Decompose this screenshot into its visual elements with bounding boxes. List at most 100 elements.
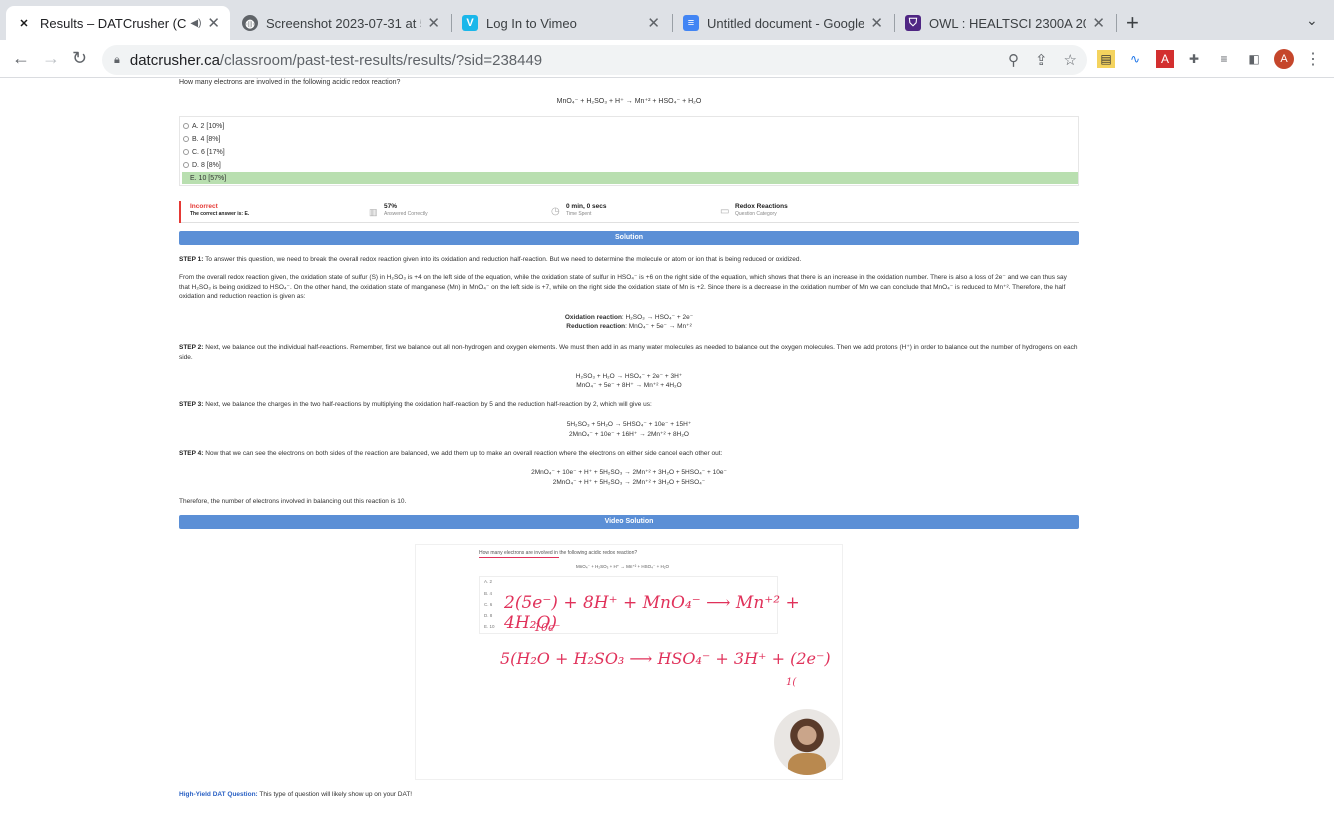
step4-equation-b: 2MnO₄⁻ + H⁺ + 5H₂SO₃ → 2Mn⁺² + 3H₂O + 5H… (552, 479, 706, 486)
extensions-puzzle-icon[interactable]: ✚ (1185, 50, 1203, 68)
close-icon[interactable]: ✕ (1092, 14, 1105, 32)
answer-choice-a[interactable]: A. 2 [10%] (183, 120, 224, 132)
reading-list-icon[interactable]: ≡ (1215, 50, 1233, 68)
percent-correct: 57% Answered Correctly (384, 203, 428, 217)
equation-label: Reduction reaction (566, 323, 626, 330)
choice-label: A. 2 [10%] (192, 122, 225, 130)
radio-icon[interactable] (183, 149, 189, 155)
reload-icon[interactable]: ↻ (72, 48, 87, 69)
side-panel-icon[interactable]: ◧ (1245, 50, 1263, 68)
clock-icon: ◷ (551, 206, 560, 217)
lock-icon[interactable]: 🔒︎ (114, 54, 120, 67)
tab-owl[interactable]: ⛉ OWL : HEALTSCI 2300A 200 S ✕ (895, 6, 1115, 40)
step-body: Now that we can see the electrons on bot… (203, 450, 723, 457)
bar-chart-icon: ▥ (369, 207, 378, 217)
step3-equation-b: 2MnO₄⁻ + 10e⁻ + 16H⁺ → 2Mn⁺² + 8H₂O (569, 431, 689, 438)
oxidation-explanation: From the overall redox reaction given, t… (179, 274, 1067, 300)
tab-vimeo[interactable]: V Log In to Vimeo ✕ (452, 6, 670, 40)
webcam-overlay (774, 709, 840, 775)
answer-choice-e[interactable]: E. 10 [57%] (182, 172, 1078, 184)
chevron-down-icon[interactable]: ⌄ (1306, 12, 1318, 29)
handwriting-line-1-note: 10e⁻ (534, 621, 561, 634)
tab-title: Screenshot 2023-07-31 at 5.0 (266, 15, 422, 31)
tab-datcrusher[interactable]: ✕ Results – DATCrusher (Can ◀) ✕ (6, 6, 230, 40)
question-text: How many electrons are involved in the f… (179, 79, 401, 86)
video-choice: B. 4 (484, 591, 493, 596)
new-tab-icon[interactable]: + (1126, 10, 1139, 36)
time-value: 0 min, 0 secs (566, 203, 607, 210)
tab-title: Log In to Vimeo (486, 15, 577, 31)
result-status: Incorrect The correct answer is: E. (190, 203, 249, 217)
video-choice: E. 10 (484, 624, 495, 629)
more-menu-icon[interactable]: ⋮ (1304, 50, 1322, 68)
video-reaction-text: MnO₄⁻ + H₂SO₃ + H⁺ → Mn⁺² + HSO₄⁻ + H₂O (576, 564, 670, 569)
back-icon[interactable]: ← (12, 48, 30, 69)
answer-choice-b[interactable]: B. 4 [8%] (183, 133, 220, 145)
equation-label: Oxidation reaction (564, 314, 622, 321)
share-icon[interactable]: ⇪ (1035, 51, 1048, 69)
star-icon[interactable]: ☆ (1064, 51, 1077, 69)
extension-waveform-icon[interactable]: ∿ (1126, 50, 1144, 68)
high-yield-note: High-Yield DAT Question: This type of qu… (179, 791, 412, 798)
video-choice: C. 6 (484, 602, 493, 607)
percent-value: 57% (384, 203, 398, 210)
tab-screenshot[interactable]: ◍ Screenshot 2023-07-31 at 5.0 ✕ (232, 6, 450, 40)
video-solution-header: Video Solution (179, 515, 1079, 529)
handwriting-line-2-note: 1( (786, 677, 797, 688)
result-label: Incorrect (190, 203, 218, 210)
step-label: STEP 4: (179, 450, 204, 457)
vimeo-icon: V (462, 15, 478, 31)
step-label: STEP 3: (179, 401, 204, 408)
close-icon[interactable]: ✕ (647, 14, 660, 32)
step-label: STEP 1: (179, 256, 204, 263)
address-bar[interactable]: 🔒︎ datcrusher.ca/classroom/past-test-res… (102, 45, 1087, 75)
radio-icon[interactable] (183, 123, 189, 129)
extension-notes-icon[interactable]: ▤ (1097, 50, 1115, 68)
step4-equation-a: 2MnO₄⁻ + 10e⁻ + H⁺ + 5H₂SO₃ → 2Mn⁺² + 3H… (531, 469, 727, 476)
zoom-icon[interactable]: ⚲ (1008, 51, 1019, 69)
correct-answer-text: The correct answer is: E. (190, 211, 250, 217)
step1-text: STEP 1: To answer this question, we need… (179, 255, 1079, 265)
close-icon[interactable]: ✕ (207, 14, 220, 32)
category-value: Redox Reactions (735, 203, 788, 210)
profile-avatar[interactable]: A (1274, 49, 1294, 69)
step2-text: STEP 2: Next, we balance out the individ… (179, 343, 1079, 362)
category-caption: Question Category (735, 211, 777, 217)
answer-choice-d[interactable]: D. 8 [8%] (183, 159, 221, 171)
choice-label: B. 4 [8%] (192, 135, 221, 143)
step3-equation-a: 5H₂SO₃ + 5H₂O → 5HSO₄⁻ + 10e⁻ + 15H⁺ (566, 421, 692, 428)
close-icon[interactable]: ✕ (427, 14, 440, 32)
video-player[interactable]: How many electrons are involved in the f… (415, 544, 843, 780)
choice-label: E. 10 [57%] (190, 174, 227, 182)
shield-icon: ⛉ (905, 15, 921, 31)
webcam-presenter (788, 753, 826, 775)
equation-text: : H₂SO₃ → HSO₄⁻ + 2e⁻ (621, 314, 694, 321)
tab-title: OWL : HEALTSCI 2300A 200 S (929, 15, 1086, 31)
radio-icon[interactable] (183, 162, 189, 168)
speaker-icon[interactable]: ◀) (190, 18, 201, 29)
note-body: This type of question will likely show u… (257, 791, 413, 798)
radio-icon[interactable] (183, 136, 189, 142)
percent-caption: Answered Correctly (384, 211, 428, 217)
calendar-icon: ▭ (720, 206, 730, 217)
question-category: Redox Reactions Question Category (735, 203, 788, 217)
close-icon[interactable]: ✕ (870, 14, 883, 32)
page-content: How many electrons are involved in the f… (0, 78, 1334, 834)
answer-choice-c[interactable]: C. 6 [17%] (183, 146, 225, 158)
handwritten-underline (479, 557, 559, 558)
note-label: High-Yield DAT Question: (179, 791, 258, 798)
url-path: /classroom/past-test-results/results/?si… (219, 51, 543, 69)
forward-icon[interactable]: → (42, 48, 60, 69)
reduction-half-reaction: Reduction reaction: MnO₄⁻ + 5e⁻ → Mn⁺² (179, 322, 1079, 332)
question-reaction: MnO₄⁻ + H₂SO₃ + H⁺ → Mn⁺² + HSO₄⁻ + H₂O (556, 98, 702, 105)
extension-acrobat-icon[interactable]: A (1156, 50, 1174, 68)
datcrusher-icon: ✕ (19, 17, 29, 30)
step3-text: STEP 3: Next, we balance the charges in … (179, 400, 1079, 410)
tab-google-docs[interactable]: ≡ Untitled document - Google Do ✕ (673, 6, 893, 40)
tab-separator (1116, 14, 1117, 32)
answer-choices: A. 2 [10%] B. 4 [8%] C. 6 [17%] D. 8 [8%… (179, 116, 1079, 186)
time-spent: 0 min, 0 secs Time Spent (566, 203, 606, 217)
globe-icon: ◍ (242, 15, 258, 31)
step-body: Next, we balance the charges in the two … (203, 401, 652, 408)
choice-label: D. 8 [8%] (192, 161, 221, 169)
